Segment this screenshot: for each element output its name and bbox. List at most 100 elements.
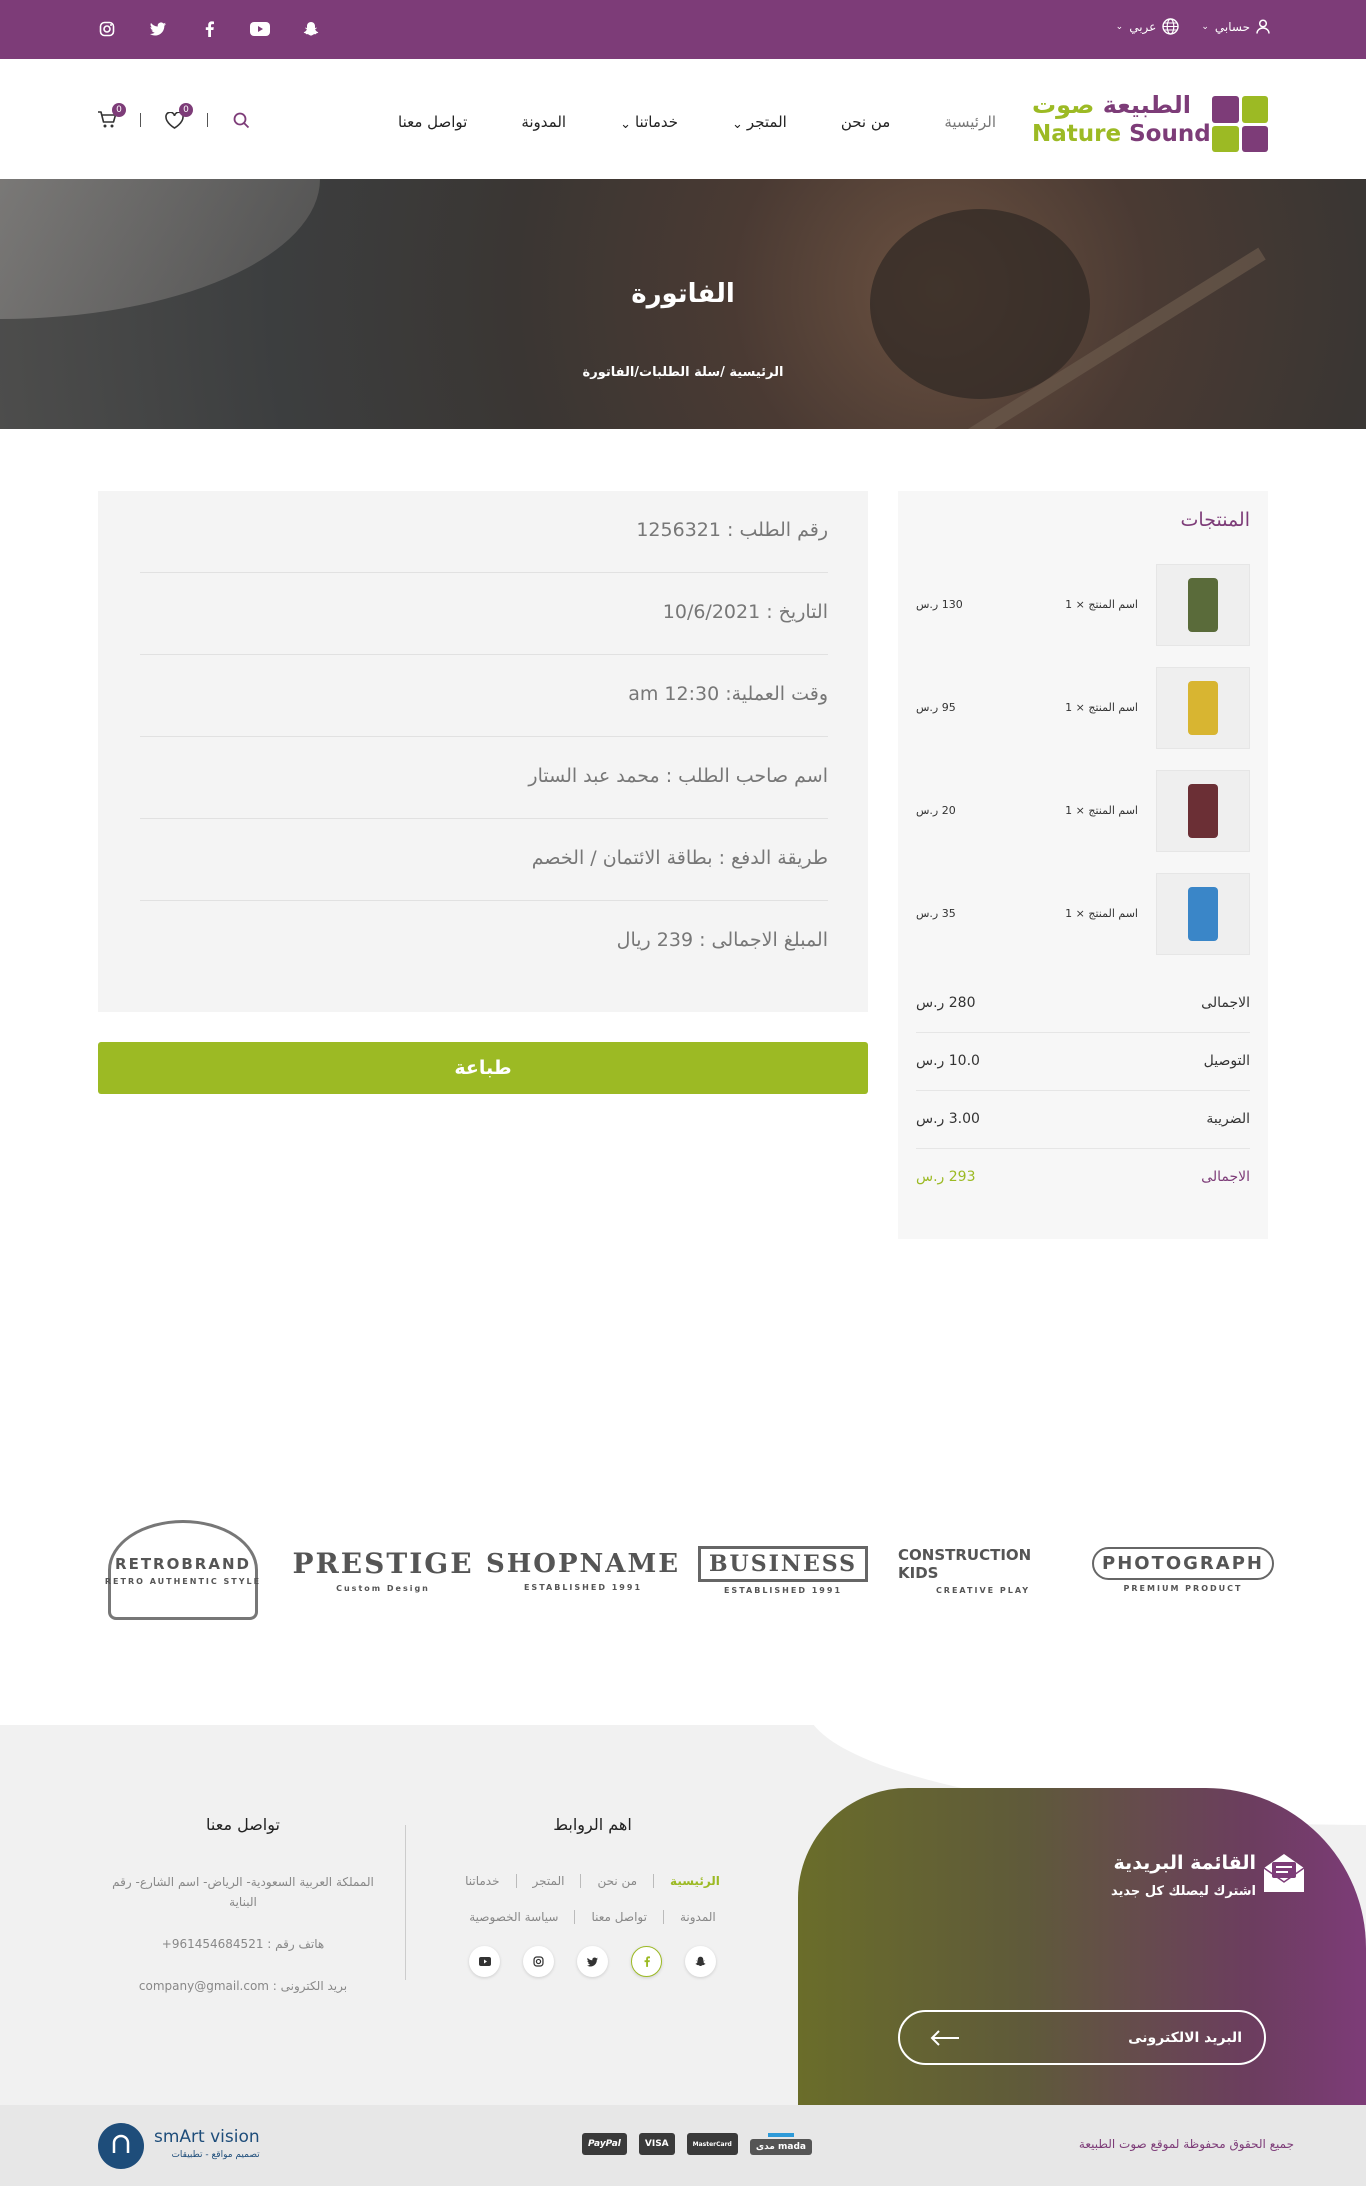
grand-total-row: الاجمالى 293 ر.س	[916, 1149, 1250, 1207]
instagram-icon[interactable]	[96, 18, 118, 40]
brand-tagline: PREMIUM PRODUCT	[1123, 1584, 1243, 1593]
developer-credit[interactable]: smArt vision تصميم مواقع - تطبيقات	[98, 2123, 260, 2169]
footer-email[interactable]: بريد الكترونى : company@gmail.com	[98, 1976, 388, 1996]
youtube-icon[interactable]	[249, 18, 271, 40]
print-button[interactable]: طباعة	[98, 1042, 868, 1094]
product-qty: × 1	[1065, 804, 1085, 817]
nav-services[interactable]: خدماتنا ⌄	[620, 111, 679, 133]
logo-tile	[1212, 96, 1239, 123]
delivery-row: التوصيل 10.0 ر.س	[916, 1033, 1250, 1091]
developer-name: smArt vision	[154, 2127, 260, 2147]
chevron-down-icon: ⌄	[1201, 21, 1209, 32]
arrow-left-icon[interactable]	[930, 2029, 960, 2046]
footer-link-blog[interactable]: المدونة	[662, 1910, 732, 1924]
mastercard-logo: MasterCard	[686, 2133, 738, 2155]
facebook-icon[interactable]	[631, 1946, 662, 1977]
wishlist-button[interactable]: 0	[163, 103, 193, 131]
footer-link-privacy[interactable]: سياسة الخصوصية	[453, 1910, 574, 1924]
footer-address: المملكة العربية السعودية- الرياض- اسم ال…	[112, 1875, 374, 1909]
product-image	[1188, 887, 1218, 941]
footer-link-about[interactable]: من نحن	[580, 1874, 653, 1888]
invoice-total: المبلغ الاجمالى : 239 ريال	[616, 929, 828, 951]
nav-services-label: خدماتنا	[634, 112, 679, 131]
logo-tile	[1212, 125, 1239, 152]
product-name-qty: اسم المنتج × 1	[1065, 598, 1138, 611]
footer-link-contact[interactable]: تواصل معنا	[574, 1910, 662, 1924]
brand-tagline: ESTABLISHED 1991	[523, 1582, 643, 1592]
product-item[interactable]: اسم المنتج × 1 95 ر.س	[916, 667, 1250, 749]
search-button[interactable]	[230, 109, 252, 131]
brand-logo: CONSTRUCTION KIDS CREATIVE PLAY	[898, 1510, 1068, 1630]
instagram-icon[interactable]	[523, 1946, 554, 1977]
email-placeholder: البريد الالكترونى	[1128, 2029, 1242, 2046]
product-image	[1188, 578, 1218, 632]
brand-logo: BUSINESS ESTABLISHED 1991	[697, 1510, 869, 1630]
product-name-qty: اسم المنتج × 1	[1065, 907, 1138, 920]
mada-logo: مدى mada	[749, 2133, 812, 2155]
product-thumbnail	[1156, 667, 1250, 749]
brand-name: RETROBRAND	[115, 1554, 251, 1573]
products-title: المنتجات	[1180, 509, 1250, 531]
product-price: 35 ر.س	[916, 907, 956, 920]
logo-tile	[1241, 125, 1268, 152]
invoice-order-number: رقم الطلب : 1256321	[140, 491, 828, 573]
footer-link-services[interactable]: خدماتنا	[449, 1874, 515, 1888]
twitter-icon[interactable]	[577, 1946, 608, 1977]
newsletter-email-field[interactable]: البريد الالكترونى	[898, 2010, 1266, 2065]
copyright-text: جميع الحقوق محفوظة لموقع صوت الطبيعة	[1078, 2137, 1294, 2151]
wishlist-count-badge: 0	[179, 103, 193, 117]
nav-contact[interactable]: تواصل معنا	[398, 111, 467, 132]
invoice-customer: اسم صاحب الطلب : محمد عبد الستار	[140, 737, 828, 819]
footer: تواصل معنا المملكة العربية السعودية- الر…	[0, 1725, 1366, 2105]
smart-vision-logo-icon	[98, 2123, 144, 2169]
product-name: اسم المنتج	[1088, 907, 1138, 920]
cart-button[interactable]: 0	[96, 103, 126, 131]
brand-name: PRESTIGE	[292, 1547, 474, 1580]
language-menu[interactable]: عربي ⌄	[1116, 18, 1180, 35]
twitter-icon[interactable]	[147, 18, 169, 40]
page-hero: الفاتورة الرئيسية /سلة الطلبات/الفاتورة	[0, 179, 1366, 429]
footer-link-store[interactable]: المتجر	[515, 1874, 581, 1888]
snapchat-icon[interactable]	[300, 18, 322, 40]
footer-social-links	[425, 1946, 760, 1977]
product-name-qty: اسم المنتج × 1	[1065, 804, 1138, 817]
chevron-down-icon: ⌄	[620, 117, 631, 132]
logo-english-word-1: Nature	[1032, 121, 1122, 147]
nav-about[interactable]: من نحن	[841, 111, 891, 132]
nav-store[interactable]: المتجر ⌄	[732, 111, 787, 133]
product-item[interactable]: اسم المنتج × 1 20 ر.س	[916, 770, 1250, 852]
nav-home[interactable]: الرئيسية	[944, 111, 996, 132]
facebook-icon[interactable]	[198, 18, 220, 40]
product-qty: × 1	[1065, 907, 1085, 920]
brand-logo: SHOPNAME ESTABLISHED 1991	[486, 1510, 678, 1630]
footer-phone[interactable]: هاتف رقم : 961454684521+	[98, 1934, 388, 1954]
brand-logos: RETROBRAND RETRO AUTHENTIC STYLE PRESTIGE…	[98, 1505, 1274, 1635]
language-label: عربي	[1129, 19, 1157, 34]
newsletter-subtitle: اشترك ليصلك كل جديد	[1111, 1884, 1256, 1899]
bottom-bar: جميع الحقوق محفوظة لموقع صوت الطبيعة Pay…	[0, 2105, 1366, 2186]
snapchat-icon[interactable]	[685, 1946, 716, 1977]
newsletter-title: القائمة البريدية	[1113, 1852, 1256, 1874]
nav-blog[interactable]: المدونة	[521, 111, 566, 132]
product-item[interactable]: اسم المنتج × 1 130 ر.س	[916, 564, 1250, 646]
footer-contact-title: تواصل معنا	[206, 1815, 280, 1834]
header-icons: 0 0	[96, 103, 252, 131]
site-logo[interactable]: الطبيعة صوت Nature Sound	[1032, 91, 1268, 152]
brand-name: CONSTRUCTION KIDS	[898, 1545, 1032, 1582]
footer-link-home[interactable]: الرئيسية	[653, 1874, 736, 1888]
divider	[207, 113, 208, 127]
cart-count-badge: 0	[112, 103, 126, 117]
product-name-qty: اسم المنتج × 1	[1065, 701, 1138, 714]
product-name: اسم المنتج	[1088, 804, 1138, 817]
brand-logo: PRESTIGE Custom Design	[292, 1510, 471, 1630]
account-menu[interactable]: حسابي ⌄	[1201, 19, 1270, 34]
invoice-details: رقم الطلب : 1256321 التاريخ : 10/6/2021 …	[98, 491, 868, 1012]
tax-value: 3.00 ر.س	[916, 1111, 980, 1127]
brand-tagline: Custom Design	[336, 1584, 430, 1593]
divider	[405, 1825, 406, 1980]
youtube-icon[interactable]	[469, 1946, 500, 1977]
brand-logo: PHOTOGRAPH PREMIUM PRODUCT	[1092, 1510, 1274, 1630]
brand-tagline: RETRO AUTHENTIC STYLE	[104, 1576, 262, 1586]
product-item[interactable]: اسم المنتج × 1 35 ر.س	[916, 873, 1250, 955]
page-title: الفاتورة	[631, 279, 735, 309]
